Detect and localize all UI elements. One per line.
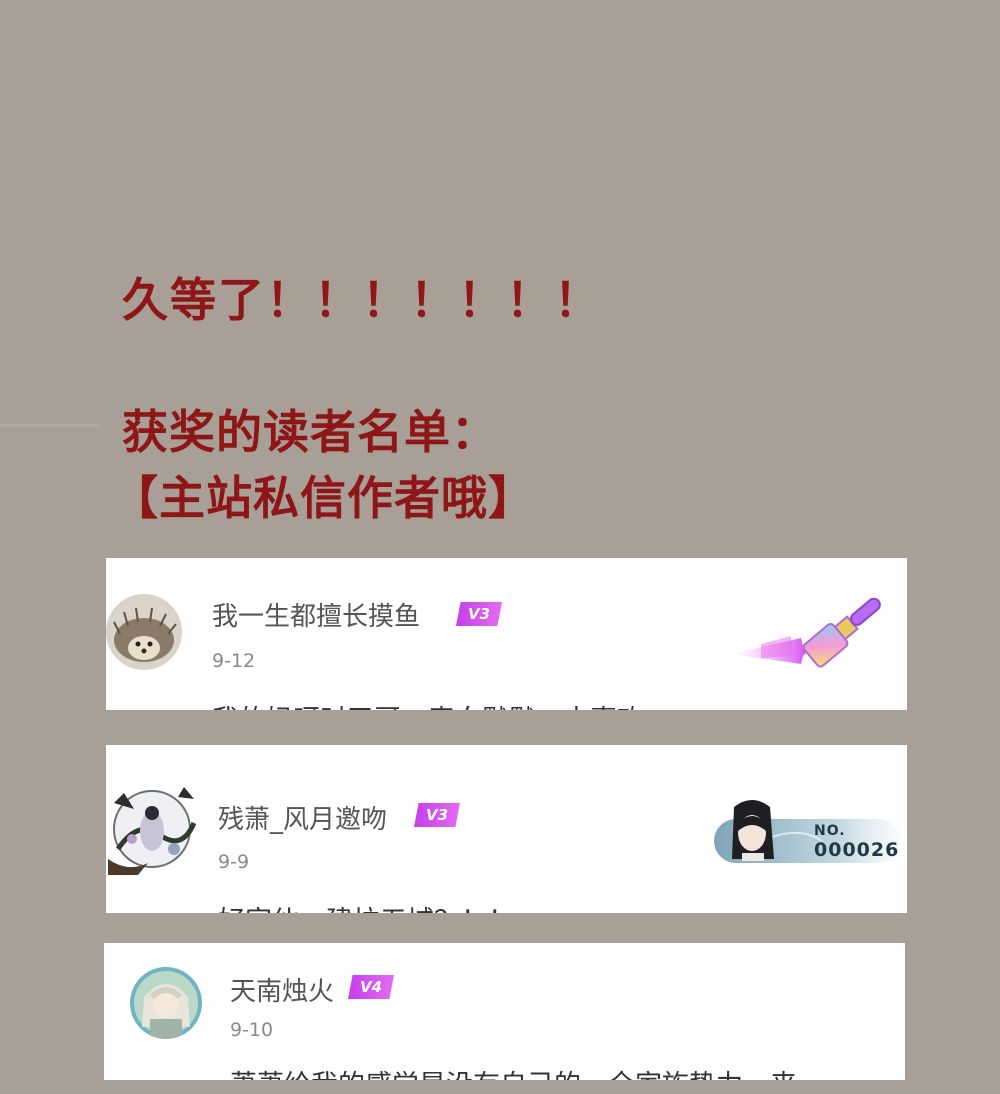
number-card-number: 000026: [814, 839, 900, 861]
username[interactable]: 残萧_风月邀吻: [218, 799, 387, 836]
username[interactable]: 我一生都擅长摸鱼: [212, 596, 420, 633]
comment-date: 9-9: [218, 851, 250, 873]
paintbrush-decoration-icon: [731, 586, 891, 680]
comment-text[interactable]: 好家伙，建垃五城？！！: [218, 899, 878, 913]
comment-card-3: 天南烛火 V4 9-10 萧萧给我的感觉是没有自己的，全家族势力，来: [104, 943, 905, 1080]
comment-card-1: 我一生都擅长摸鱼 V3 9-12 我的妈呀时了哥，表白默默一人喜欢: [106, 558, 907, 710]
comment-text[interactable]: 我的妈呀时了哥，表白默默一人喜欢: [212, 698, 892, 710]
headline-instruction: 【主站私信作者哦】: [112, 471, 535, 525]
headline-winners-list: 获奖的读者名单：: [122, 405, 498, 459]
anime-character-avatar-icon[interactable]: [130, 967, 202, 1039]
background-smudge: [0, 424, 100, 427]
comment-date: 9-10: [230, 1019, 274, 1041]
comment-card-2: 残萧_风月邀吻 V3 9-9 好家伙，建垃五城？！！ NO. 000026: [106, 745, 907, 913]
hedgehog-avatar-icon[interactable]: [106, 594, 182, 670]
character-number-card-icon: NO. 000026: [712, 797, 902, 871]
comment-date: 9-12: [212, 650, 256, 672]
level-badge: V3: [414, 803, 460, 827]
comment-text[interactable]: 萧萧给我的感觉是没有自己的，全家族势力，来: [230, 1063, 900, 1080]
headline-waiting: 久等了！！！！！！！: [122, 273, 602, 327]
level-badge: V4: [348, 975, 394, 999]
level-badge: V3: [456, 602, 502, 626]
ink-painting-avatar-icon[interactable]: [108, 779, 198, 875]
username[interactable]: 天南烛火: [230, 971, 334, 1008]
number-card-prefix: NO.: [814, 823, 846, 839]
